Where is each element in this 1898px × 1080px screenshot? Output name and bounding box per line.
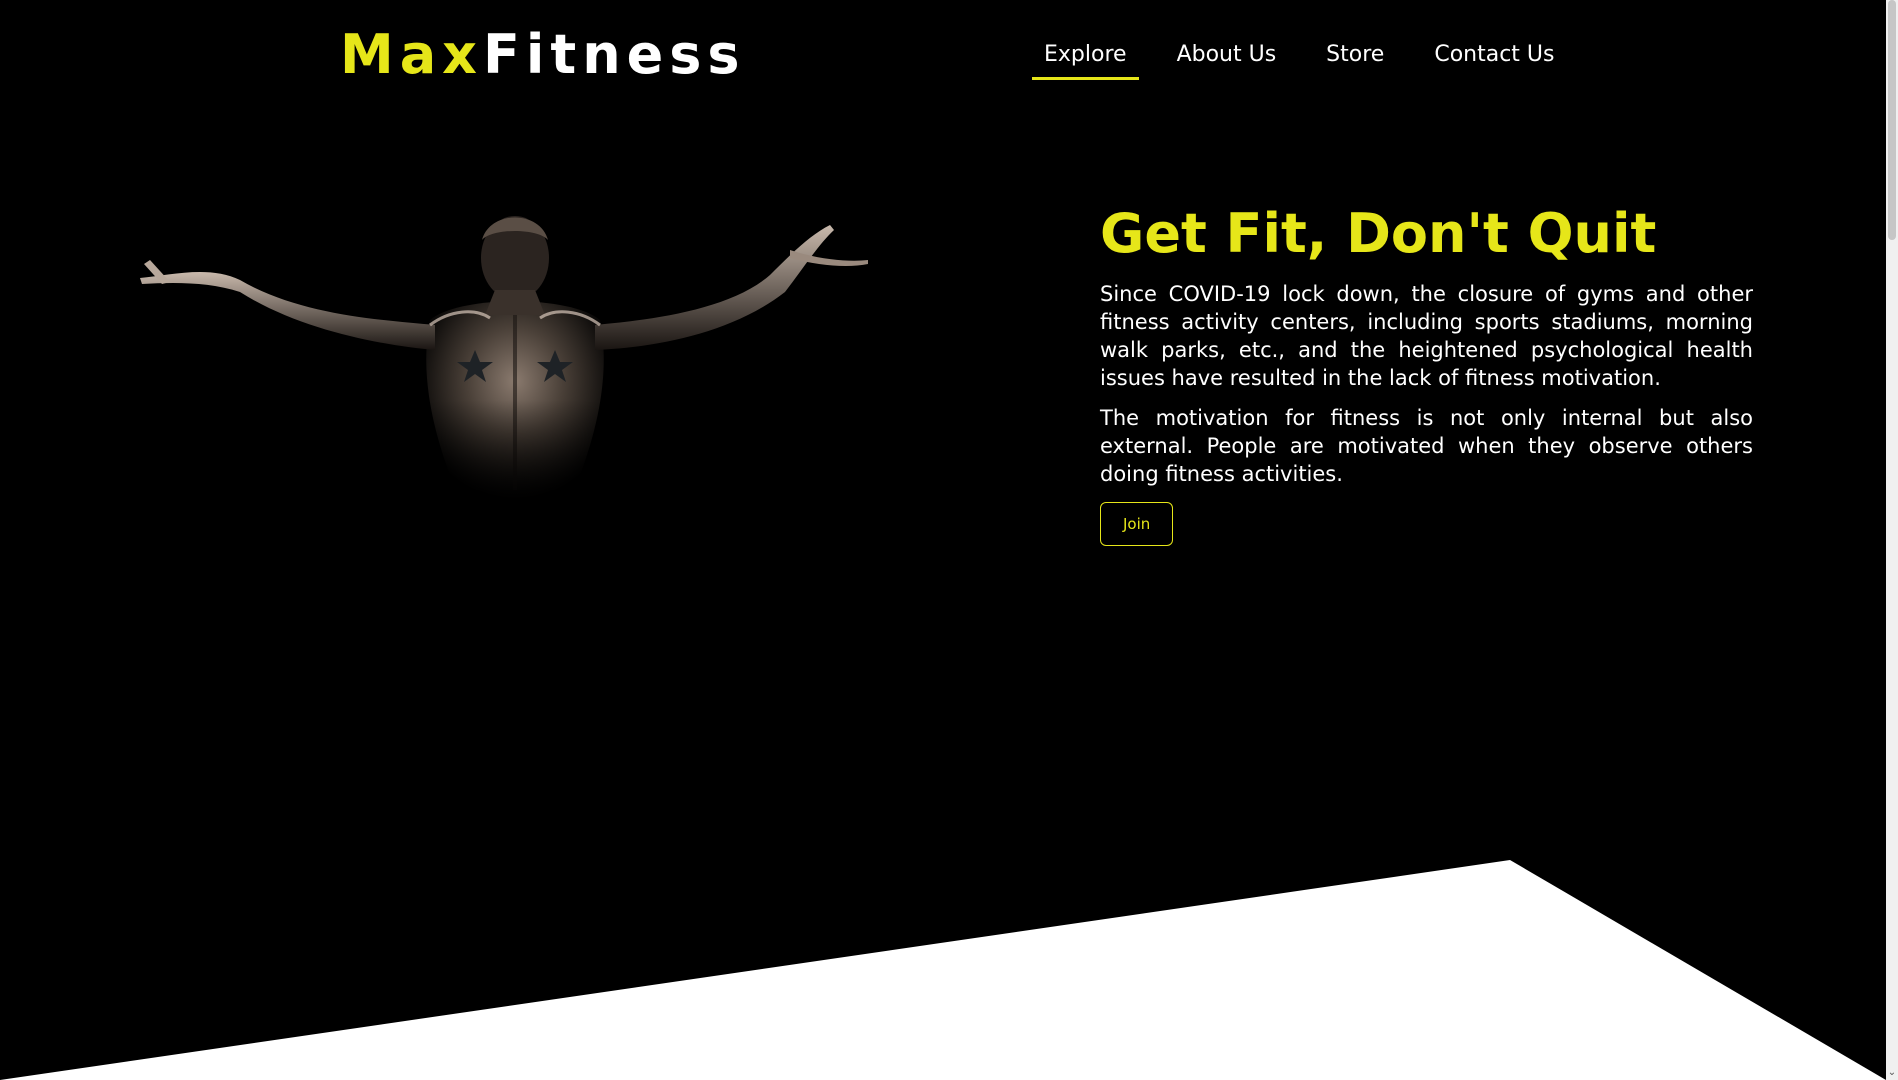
page: MaxFitness Explore About Us Store Contac… — [0, 0, 1898, 1080]
join-button[interactable]: Join — [1100, 502, 1174, 546]
hero-paragraph-2: The motivation for fitness is not only i… — [1100, 406, 1753, 486]
logo-part-max: Max — [340, 23, 484, 86]
nav-item-explore[interactable]: Explore — [1032, 38, 1139, 80]
main-nav: Explore About Us Store Contact Us — [1032, 38, 1592, 80]
nav-item-contact-us[interactable]: Contact Us — [1422, 38, 1566, 80]
hero-paragraph-1: Since COVID-19 lock down, the closure of… — [1100, 282, 1753, 390]
logo-part-fitness: Fitness — [483, 23, 746, 86]
hero-title: Get Fit, Don't Quit — [1100, 202, 1657, 265]
chevron-down-icon[interactable]: ⌄ — [1886, 1066, 1898, 1080]
nav-item-about-us[interactable]: About Us — [1165, 38, 1289, 80]
scrollbar[interactable]: ⌄ — [1886, 0, 1898, 1080]
hero-athlete-image — [130, 216, 900, 520]
nav-item-store[interactable]: Store — [1314, 38, 1396, 80]
hero-content: Get Fit, Don't Quit Since COVID-19 lock … — [1100, 200, 1753, 546]
scrollbar-thumb[interactable] — [1888, 0, 1896, 240]
logo[interactable]: MaxFitness — [340, 22, 746, 88]
